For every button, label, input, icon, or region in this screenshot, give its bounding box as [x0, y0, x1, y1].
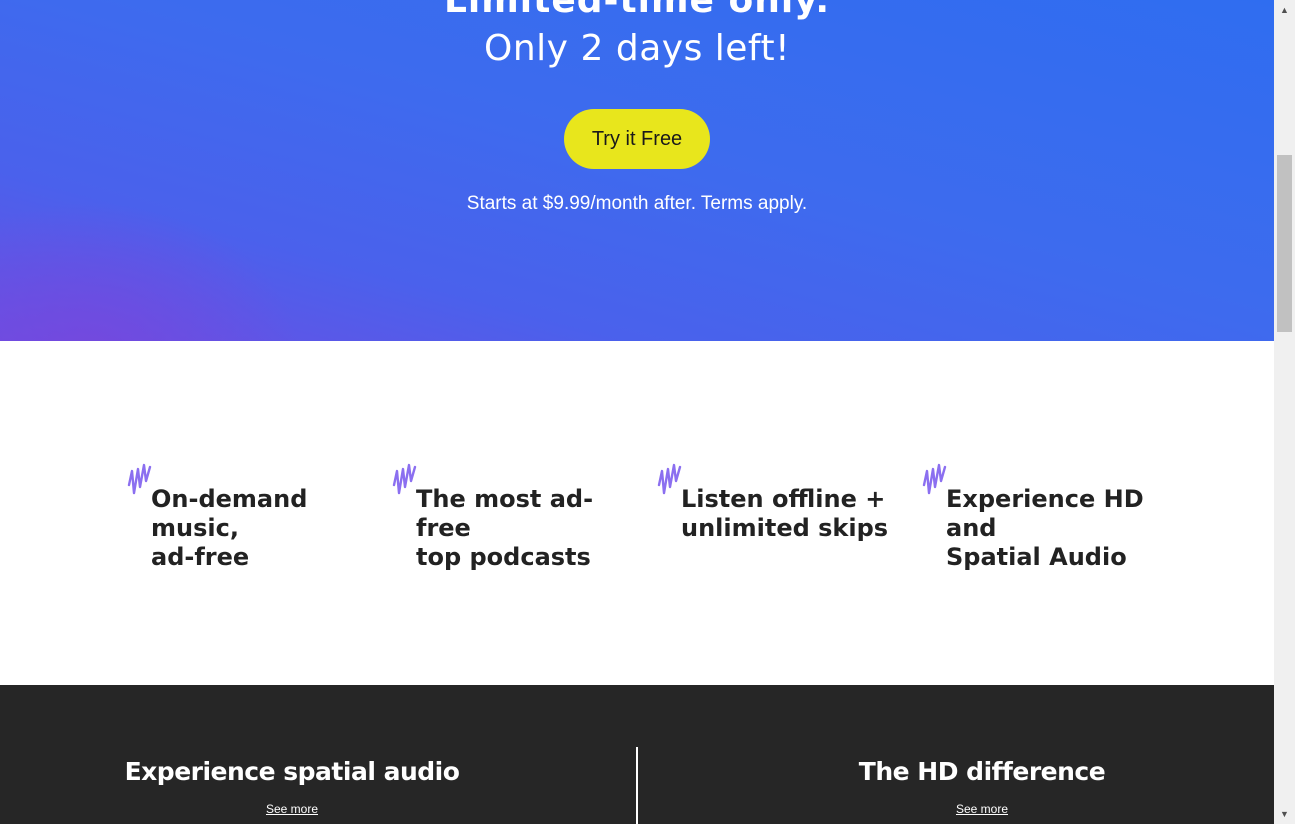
spatial-audio-see-more-link[interactable]: See more [266, 802, 318, 816]
days-count: 2 [580, 28, 604, 69]
audio-quality-section: Experience spatial audio See more The HD… [0, 685, 1274, 824]
arrow-down-icon[interactable]: ▼ [1274, 804, 1295, 824]
spatial-audio-column: Experience spatial audio See more [92, 757, 492, 818]
feature-text: The most ad- free top podcasts [416, 485, 594, 571]
hero-limited-offer: Limited-time only. [443, 0, 830, 21]
hero-days-left: Only 2 days left! [0, 28, 1274, 69]
features-section: On-demand music, ad-free The most ad- fr… [0, 341, 1274, 685]
feature-text: Listen offline + unlimited skips [681, 485, 889, 542]
feature-text: On-demand music, ad-free [151, 485, 308, 571]
hd-difference-see-more-link[interactable]: See more [956, 802, 1008, 816]
hd-difference-column: The HD difference See more [782, 757, 1182, 818]
spatial-audio-title: Experience spatial audio [124, 757, 460, 786]
scrollbar-thumb[interactable] [1277, 155, 1292, 332]
sound-wave-icon [922, 463, 947, 495]
days-prefix: Only [483, 28, 569, 69]
arrow-up-icon[interactable]: ▲ [1274, 0, 1295, 20]
try-it-free-button[interactable]: Try it Free [564, 109, 710, 169]
pricing-terms: Starts at $9.99/month after. Terms apply… [466, 193, 808, 214]
feature-text: Experience HD and Spatial Audio [946, 485, 1144, 571]
page: Limited-time only. Only 2 days left! Try i… [0, 0, 1274, 824]
sound-wave-icon [127, 463, 152, 495]
hero-glow [0, 201, 300, 341]
days-suffix: days left! [615, 28, 791, 69]
sound-wave-icon [392, 463, 417, 495]
hd-difference-title: The HD difference [858, 757, 1106, 786]
vertical-scrollbar[interactable]: ▲ ▼ [1274, 0, 1295, 824]
section-divider [636, 747, 638, 824]
hero-banner: Limited-time only. Only 2 days left! Try i… [0, 0, 1274, 341]
sound-wave-icon [657, 463, 682, 495]
